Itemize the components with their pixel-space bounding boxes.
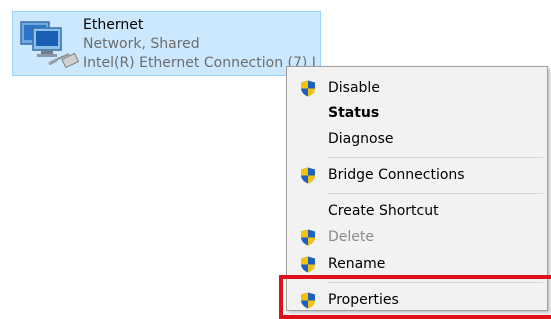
menu-item-label: Diagnose — [328, 131, 394, 147]
menu-item-bridge-connections[interactable]: Bridge Connections — [287, 163, 547, 187]
uac-shield-icon — [301, 256, 315, 273]
menu-item-diagnose[interactable]: Diagnose — [287, 127, 547, 151]
menu-item-rename[interactable]: Rename — [287, 252, 547, 276]
menu-item-delete[interactable]: Delete — [287, 225, 547, 249]
menu-item-create-shortcut[interactable]: Create Shortcut — [287, 199, 547, 223]
uac-shield-icon — [301, 229, 315, 246]
uac-shield-icon — [301, 167, 315, 184]
menu-item-label: Bridge Connections — [328, 167, 465, 183]
uac-shield-icon — [301, 80, 315, 97]
properties-highlight-box — [279, 275, 551, 319]
menu-separator — [327, 157, 543, 158]
network-adapter-tile[interactable]: Ethernet Network, Shared Intel(R) Ethern… — [12, 11, 321, 76]
adapter-status: Network, Shared — [83, 36, 200, 52]
menu-item-label: Disable — [328, 80, 380, 96]
menu-item-label: Create Shortcut — [328, 203, 439, 219]
adapter-device: Intel(R) Ethernet Connection (7) I — [83, 55, 316, 71]
menu-item-label: Rename — [328, 256, 386, 272]
menu-separator — [327, 193, 543, 194]
menu-item-disable[interactable]: Disable — [287, 76, 547, 100]
menu-item-label: Delete — [328, 229, 374, 245]
menu-item-label: Status — [328, 105, 380, 121]
adapter-name: Ethernet — [83, 17, 144, 33]
network-adapter-icon — [20, 21, 80, 69]
menu-item-status[interactable]: Status — [287, 101, 547, 125]
